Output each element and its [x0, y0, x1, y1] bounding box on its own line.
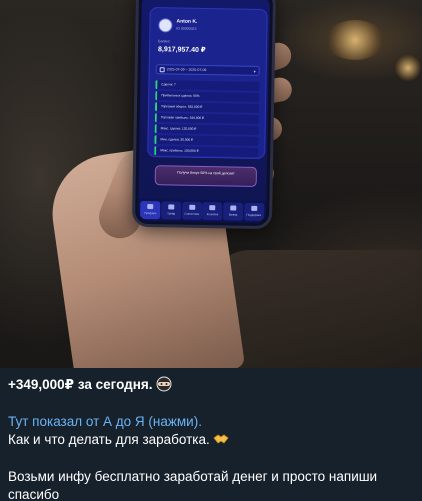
stat-row: Макс. прибыль: 100,000 ₽ [154, 146, 259, 157]
user-name: Anton K. [176, 18, 198, 25]
ninja-face-emoji-icon [156, 376, 171, 392]
message-line-info: Возьми инфу бесплатно заработай денег и … [8, 468, 378, 484]
handshake-emoji-icon [213, 434, 229, 444]
bonus-button: Получи бонус 50% на свой депозит [154, 165, 257, 187]
avatar [158, 18, 173, 33]
stat-row: Сделок: 7 [155, 80, 260, 91]
message-photo[interactable]: Anton K. ID 00000023 Баланс 8,917,957.40… [0, 0, 422, 368]
balance-value: 8,917,957.40 ₽ [157, 46, 206, 55]
stat-row: Торговый оборот: 562,000 ₽ [154, 102, 260, 113]
date-range-picker: 2025-07-09 – 2025-07-09 ▾ [155, 64, 260, 76]
date-range-text: 2025-07-09 – 2025-07-09 [166, 67, 207, 73]
nav-item-trade: Трейд [161, 201, 182, 220]
nav-item-withdraw: Вывод [222, 202, 244, 221]
lamp-light [325, 20, 385, 60]
stats-list: Сделок: 7 Прибыльных сделок: 60% Торговы… [154, 80, 260, 159]
message-link[interactable]: Тут показал от А до Я (нажми). [8, 413, 414, 432]
phone-bottom-nav: Профиль Трейд Статистика Кошелек Вывод П… [138, 198, 267, 224]
user-id: ID 00000023 [176, 26, 197, 31]
profit-text: +349,000₽ за сегодня. [8, 377, 153, 392]
message-line-profit: +349,000₽ за сегодня. [8, 376, 414, 395]
nav-item-profile: Профиль [140, 200, 161, 220]
stat-row: Торговая прибыль: 349,000 ₽ [154, 113, 259, 124]
stat-row: Прибыльных сделок: 60% [155, 91, 260, 102]
phone-screen: Anton K. ID 00000023 Баланс 8,917,957.40… [138, 0, 270, 224]
message-text: +349,000₽ за сегодня. Тут показал от А д… [0, 368, 422, 501]
nav-item-wallet: Кошелек [202, 201, 223, 221]
account-card: Anton K. ID 00000023 Баланс 8,917,957.40… [147, 7, 268, 160]
nav-item-support: Поддержка [243, 202, 264, 222]
message-line-thanks: спасибо [8, 487, 60, 501]
nav-item-statistics: Статистика [181, 201, 203, 220]
phone: Anton K. ID 00000023 Баланс 8,917,957.40… [131, 0, 277, 230]
howto-text: Как и что делать для заработка. [8, 432, 210, 447]
lamp-light [395, 55, 421, 81]
stat-row: Макс. сделка: 120,000 ₽ [154, 124, 259, 135]
balance-label: Баланс [158, 39, 171, 44]
message-line-howto: Как и что делать для заработка. [8, 431, 414, 450]
stat-row: Мин. сделка: 30,000 ₽ [154, 135, 259, 146]
chevron-down-icon: ▾ [253, 68, 256, 74]
calendar-icon [159, 67, 165, 73]
